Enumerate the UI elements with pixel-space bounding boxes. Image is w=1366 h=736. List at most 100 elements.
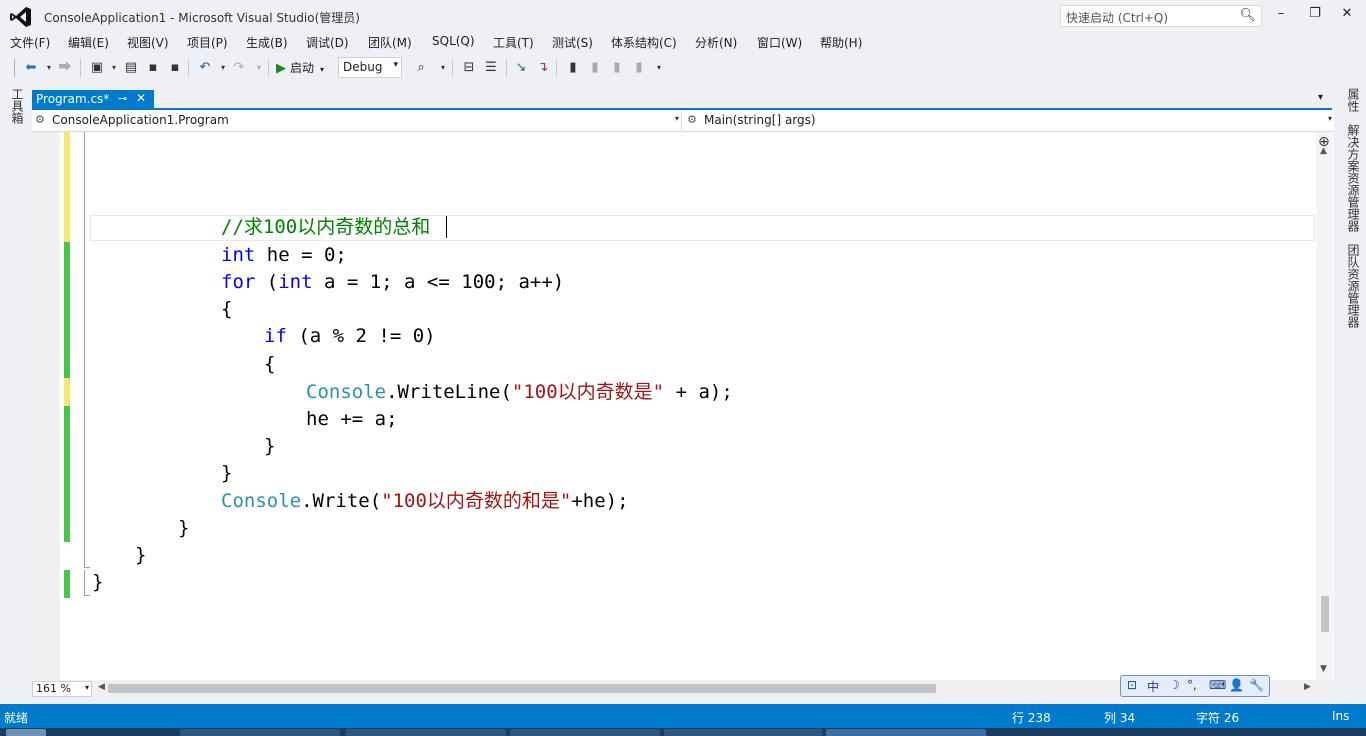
navigate-forward-icon[interactable]: ⮕︎ xyxy=(56,59,74,77)
menu-architecture[interactable]: 体系结构(C) xyxy=(611,34,677,51)
ime-punctuation-icon[interactable]: °, xyxy=(1187,678,1197,692)
member-dropdown[interactable]: ⚙ Main(string[] args) ▾ xyxy=(684,111,1334,130)
next-bookmark-icon[interactable]: ▮ xyxy=(608,59,626,77)
scroll-left-icon[interactable]: ◀ xyxy=(98,682,105,692)
ime-keyboard-icon[interactable]: ⌨ xyxy=(1209,678,1226,692)
minimize-button[interactable]: – xyxy=(1270,6,1292,24)
quick-launch-input[interactable]: 快速启动 (Ctrl+Q) 🔍︎ xyxy=(1060,5,1262,27)
toolbar-separator xyxy=(452,59,453,77)
scroll-down-icon[interactable]: ▼ xyxy=(1320,664,1327,674)
horizontal-scrollbar-thumb[interactable] xyxy=(108,684,936,693)
taskbar-app-button[interactable] xyxy=(180,729,340,736)
find-in-files-icon[interactable]: ⌕ xyxy=(412,59,430,77)
keyword: if xyxy=(264,325,287,347)
menu-test[interactable]: 测试(S) xyxy=(552,34,593,51)
open-file-icon[interactable]: ▤ xyxy=(122,59,140,77)
document-tab-program-cs[interactable]: Program.cs* ⊸ ✕ xyxy=(32,90,154,110)
toolbar-overflow-icon[interactable]: ▾ xyxy=(434,59,452,77)
split-window-icon[interactable]: ⊕ xyxy=(1318,134,1330,150)
menu-team[interactable]: 团队(M) xyxy=(368,34,412,51)
tab-overflow-icon[interactable]: ▾ xyxy=(1318,92,1323,103)
properties-tab[interactable]: 属性 xyxy=(1340,88,1362,116)
scroll-right-icon[interactable]: ▶ xyxy=(1304,682,1311,692)
zoom-select[interactable]: 161 % ▾ xyxy=(32,681,92,697)
chevron-down-icon: ▾ xyxy=(84,683,89,692)
bookmark-icon[interactable]: ▮ xyxy=(564,59,582,77)
navigation-bar: ⚙ ConsoleApplication1.Program ▾ ⚙ Main(s… xyxy=(32,110,1334,132)
taskbar-app-button[interactable] xyxy=(346,729,506,736)
step-into-icon[interactable]: ↘ xyxy=(512,59,530,77)
outline-guide xyxy=(84,132,85,542)
bookmarks-dropdown-icon[interactable]: ▾ xyxy=(650,59,668,77)
save-all-icon[interactable]: ▪ xyxy=(166,59,184,77)
menu-project[interactable]: 项目(P) xyxy=(187,34,228,51)
ime-halfwidth-icon[interactable]: ☽ xyxy=(1169,678,1180,692)
team-explorer-tab[interactable]: 团队资源管理器 xyxy=(1340,244,1362,330)
pin-tab-icon[interactable]: ⊸ xyxy=(118,92,127,105)
menu-edit[interactable]: 编辑(E) xyxy=(68,34,109,51)
code-text: (a % 2 != 0) xyxy=(286,325,436,347)
toolbox-tab[interactable]: 工具箱 xyxy=(4,88,26,128)
menu-window[interactable]: 窗口(W) xyxy=(757,34,802,51)
scrollbar-thumb[interactable] xyxy=(1321,596,1329,632)
navigate-back-icon[interactable]: ⬅︎ xyxy=(22,59,40,77)
code-line: { xyxy=(264,353,276,375)
solution-explorer-tab[interactable]: 解决方案资源管理器 xyxy=(1340,124,1362,234)
new-project-dropdown-icon[interactable]: ▾ xyxy=(105,59,123,77)
menu-debug[interactable]: 调试(D) xyxy=(306,34,349,51)
ime-settings-icon[interactable]: 🔧 xyxy=(1249,678,1264,692)
toolbar-separator xyxy=(268,59,269,77)
menu-file[interactable]: 文件(F) xyxy=(10,34,50,51)
type-name: Console xyxy=(306,381,387,403)
change-indicator-unsaved xyxy=(64,378,70,406)
menu-analyze[interactable]: 分析(N) xyxy=(695,34,737,51)
taskbar-app-button[interactable] xyxy=(664,729,822,736)
code-text: .WriteLine( xyxy=(386,381,512,403)
keyword: int xyxy=(221,244,256,266)
undo-icon[interactable]: ↶ xyxy=(196,59,214,77)
ime-menu-icon[interactable]: ⊡ xyxy=(1127,678,1137,692)
start-label: 启动 xyxy=(290,61,315,75)
menu-help[interactable]: 帮助(H) xyxy=(820,34,862,51)
play-icon: ▶ xyxy=(276,61,286,76)
menu-view[interactable]: 视图(V) xyxy=(127,34,169,51)
vertical-scrollbar[interactable]: ▲ ▼ xyxy=(1316,132,1334,680)
toolbar-separator xyxy=(506,59,507,77)
toolbar-grip xyxy=(14,59,15,77)
change-indicator-saved xyxy=(64,570,70,598)
outline-guide xyxy=(84,542,90,568)
code-line: } xyxy=(221,462,233,484)
menu-tools[interactable]: 工具(T) xyxy=(493,34,534,51)
redo-icon[interactable]: ↷ xyxy=(230,59,248,77)
class-dropdown[interactable]: ⚙ ConsoleApplication1.Program ▾ xyxy=(32,111,682,130)
save-icon[interactable]: ▪ xyxy=(144,59,162,77)
type-name: Console xyxy=(221,490,302,512)
ime-user-icon[interactable]: 👤 xyxy=(1229,678,1244,692)
member-dropdown-value: Main(string[] args) xyxy=(704,113,816,127)
redo-dropdown-icon[interactable]: ▾ xyxy=(250,59,268,77)
solution-configurations-icon[interactable]: ⊟ xyxy=(460,59,478,77)
taskbar-app-button[interactable] xyxy=(510,729,660,736)
close-tab-icon[interactable]: ✕ xyxy=(136,91,146,105)
previous-bookmark-icon[interactable]: ▮ xyxy=(586,59,604,77)
toolbar-separator xyxy=(188,59,189,77)
toolbar-separator xyxy=(556,59,557,77)
maximize-button[interactable]: ❐ xyxy=(1304,6,1326,24)
taskbar-app-button[interactable] xyxy=(826,729,986,736)
step-over-icon[interactable]: ↴ xyxy=(534,59,552,77)
menu-sql[interactable]: SQL(Q) xyxy=(432,34,475,48)
code-line: } xyxy=(264,435,276,457)
visual-studio-logo-icon xyxy=(10,7,31,27)
code-line: for (int a = 1; a <= 100; a++) xyxy=(221,270,564,294)
taskbar-start-icon[interactable] xyxy=(6,729,46,736)
status-char: 字符 26 xyxy=(1196,711,1240,725)
class-view-icon[interactable]: ☰ xyxy=(482,59,500,77)
solution-configuration-select[interactable]: Debug ▾ xyxy=(338,57,402,78)
clear-bookmarks-icon[interactable]: ▮ xyxy=(630,59,648,77)
code-line: } xyxy=(135,544,147,566)
ime-chinese-mode[interactable]: 中 xyxy=(1147,678,1159,695)
menu-build[interactable]: 生成(B) xyxy=(246,34,288,51)
new-project-icon[interactable]: ▣ xyxy=(88,59,106,77)
close-window-button[interactable]: ✕ xyxy=(1336,6,1358,24)
start-debugging-button[interactable]: ▶ 启动 ▾ xyxy=(276,59,324,77)
